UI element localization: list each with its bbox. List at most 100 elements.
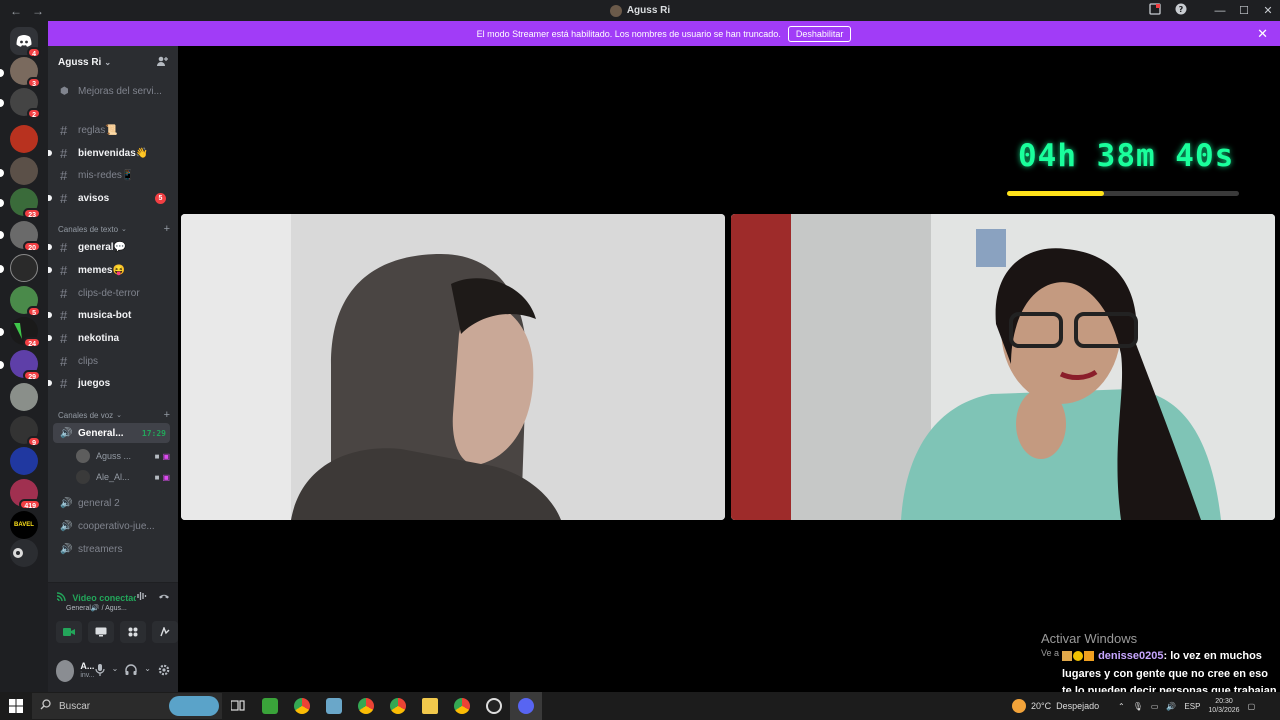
discord-home-icon[interactable]: 4 [10, 27, 41, 58]
voice-channel-general[interactable]: 🔊 General... 17:29 [53, 423, 170, 443]
server-icon[interactable] [10, 383, 38, 411]
minimize-icon[interactable]: — [1208, 5, 1232, 17]
video-tile-right[interactable] [731, 214, 1275, 520]
channel-mis-redes[interactable]: # mis-redes📱 [53, 165, 170, 185]
chrome-icon[interactable] [446, 692, 478, 720]
server-icon[interactable] [10, 254, 38, 282]
voice-channel-general-2[interactable]: 🔊 general 2 [53, 493, 170, 513]
voice-channel-cooperativo[interactable]: 🔊 cooperativo-jue... [53, 516, 170, 536]
video-tile-left[interactable] [181, 214, 725, 520]
invite-people-icon[interactable] [156, 55, 168, 70]
live-icon: ▣ [162, 472, 170, 482]
chrome-icon[interactable] [350, 692, 382, 720]
server-header[interactable]: Aguss Ri ⌄ [48, 46, 178, 78]
channel-label: avisos [78, 192, 110, 204]
maximize-icon[interactable]: ☐ [1232, 4, 1256, 17]
server-icon-bavel[interactable]: BAVEL [10, 511, 38, 539]
notifications-icon[interactable]: ▢ [1248, 702, 1256, 711]
clock[interactable]: 20:30 10/3/2026 [1208, 697, 1239, 715]
channel-nekotina[interactable]: # nekotina [48, 328, 170, 348]
weather-widget[interactable]: 20°C Despejado [1012, 692, 1099, 720]
forward-arrow-icon[interactable]: → [32, 4, 44, 18]
activities-button[interactable] [120, 621, 146, 643]
inbox-icon[interactable] [1142, 3, 1168, 18]
microphone-tray-icon[interactable]: 🎙 [1133, 702, 1143, 711]
file-explorer-icon[interactable] [414, 692, 446, 720]
windows-start-icon[interactable] [0, 699, 32, 713]
chevron-down-icon: ⌄ [116, 412, 123, 419]
back-arrow-icon[interactable]: ← [10, 4, 22, 18]
disconnect-icon[interactable] [158, 590, 170, 605]
server-icon[interactable] [10, 157, 38, 185]
server-icon[interactable]: 3 [10, 57, 41, 88]
channel-musica-bot[interactable]: # musica-bot [48, 305, 170, 325]
server-icon[interactable]: 29 [10, 350, 41, 381]
crown-icon [1084, 651, 1094, 662]
camera-button[interactable] [56, 621, 82, 643]
activate-windows-title: Activar Windows [1041, 631, 1138, 646]
soundboard-button[interactable] [152, 621, 178, 643]
headphones-icon[interactable] [125, 663, 137, 679]
channel-clips[interactable]: # clips [53, 351, 170, 371]
channel-avisos[interactable]: # avisos 5 [48, 188, 170, 208]
avatar [76, 449, 90, 463]
category-voice-channels[interactable]: Canales de voz ⌄ + [58, 409, 170, 421]
channel-reglas[interactable]: # reglas📜 [53, 120, 170, 140]
microphone-icon[interactable] [94, 663, 105, 679]
badge: 419 [19, 499, 41, 510]
discord-taskbar-icon[interactable] [510, 692, 542, 720]
boost-item[interactable]: ⬢ Mejoras del servi... [53, 81, 170, 101]
server-icon[interactable]: 419 [10, 479, 41, 510]
video-feed-left [181, 214, 725, 520]
server-icon[interactable]: 23 [10, 188, 41, 219]
category-label: Canales de texto [58, 224, 119, 234]
taskbar-search[interactable]: Buscar [32, 693, 222, 719]
disable-streamer-button[interactable]: Deshabilitar [787, 25, 852, 42]
close-banner-icon[interactable]: ✕ [1257, 26, 1268, 42]
noise-suppression-icon[interactable] [136, 590, 148, 605]
channel-juegos[interactable]: # juegos [48, 373, 170, 393]
chrome-icon[interactable] [286, 692, 318, 720]
channel-memes[interactable]: # memes😝 [48, 260, 170, 280]
category-text-channels[interactable]: Canales de texto ⌄ + [58, 223, 170, 235]
task-view-icon[interactable] [222, 692, 254, 720]
network-icon[interactable]: ▭ [1151, 702, 1159, 711]
app-minecraft-icon[interactable] [254, 692, 286, 720]
channel-general[interactable]: # general💬 [48, 237, 170, 257]
channel-bienvenidas[interactable]: # bienvenidas👋 [48, 143, 170, 163]
add-channel-icon[interactable]: + [164, 223, 170, 235]
help-icon[interactable]: ? [1168, 3, 1194, 18]
avatar[interactable] [56, 660, 75, 682]
voice-user[interactable]: Ale_Al... ■ ▣ [76, 467, 170, 487]
channel-label: nekotina [78, 332, 120, 344]
server-icon[interactable] [10, 125, 38, 153]
camera-icon: ■ [154, 451, 160, 461]
settings-gear-icon[interactable] [158, 664, 170, 679]
server-icon[interactable]: 24 [10, 317, 41, 348]
app-icon[interactable] [318, 692, 350, 720]
server-icon[interactable]: 20 [10, 221, 41, 252]
chevron-up-icon[interactable]: ⌃ [1118, 702, 1125, 711]
chrome-icon[interactable] [382, 692, 414, 720]
language-indicator[interactable]: ESP [1184, 702, 1200, 711]
hash-icon: # [60, 239, 68, 255]
close-window-icon[interactable]: ✕ [1256, 4, 1280, 17]
server-icon[interactable] [10, 447, 38, 475]
voice-user[interactable]: Aguss ... ■ ▣ [76, 446, 170, 466]
screen-share-button[interactable] [88, 621, 114, 643]
server-icon[interactable]: 2 [10, 88, 41, 119]
server-icon[interactable]: 9 [10, 416, 41, 447]
chevron-down-icon[interactable]: ⌄ [144, 664, 151, 679]
signal-icon[interactable] [56, 590, 72, 605]
voice-channel-streamers[interactable]: 🔊 streamers [53, 539, 170, 559]
server-icon[interactable] [10, 539, 38, 567]
unread-pill [0, 328, 4, 336]
channel-clips-de-terror[interactable]: # clips-de-terror [53, 283, 170, 303]
banner-text: El modo Streamer está habilitado. Los no… [476, 28, 781, 39]
volume-icon[interactable]: 🔊 [1166, 702, 1176, 711]
add-channel-icon[interactable]: + [164, 409, 170, 421]
weather-condition: Despejado [1056, 701, 1100, 711]
chevron-down-icon[interactable]: ⌄ [112, 664, 119, 679]
server-icon[interactable]: 5 [10, 286, 41, 317]
obs-icon[interactable] [478, 692, 510, 720]
